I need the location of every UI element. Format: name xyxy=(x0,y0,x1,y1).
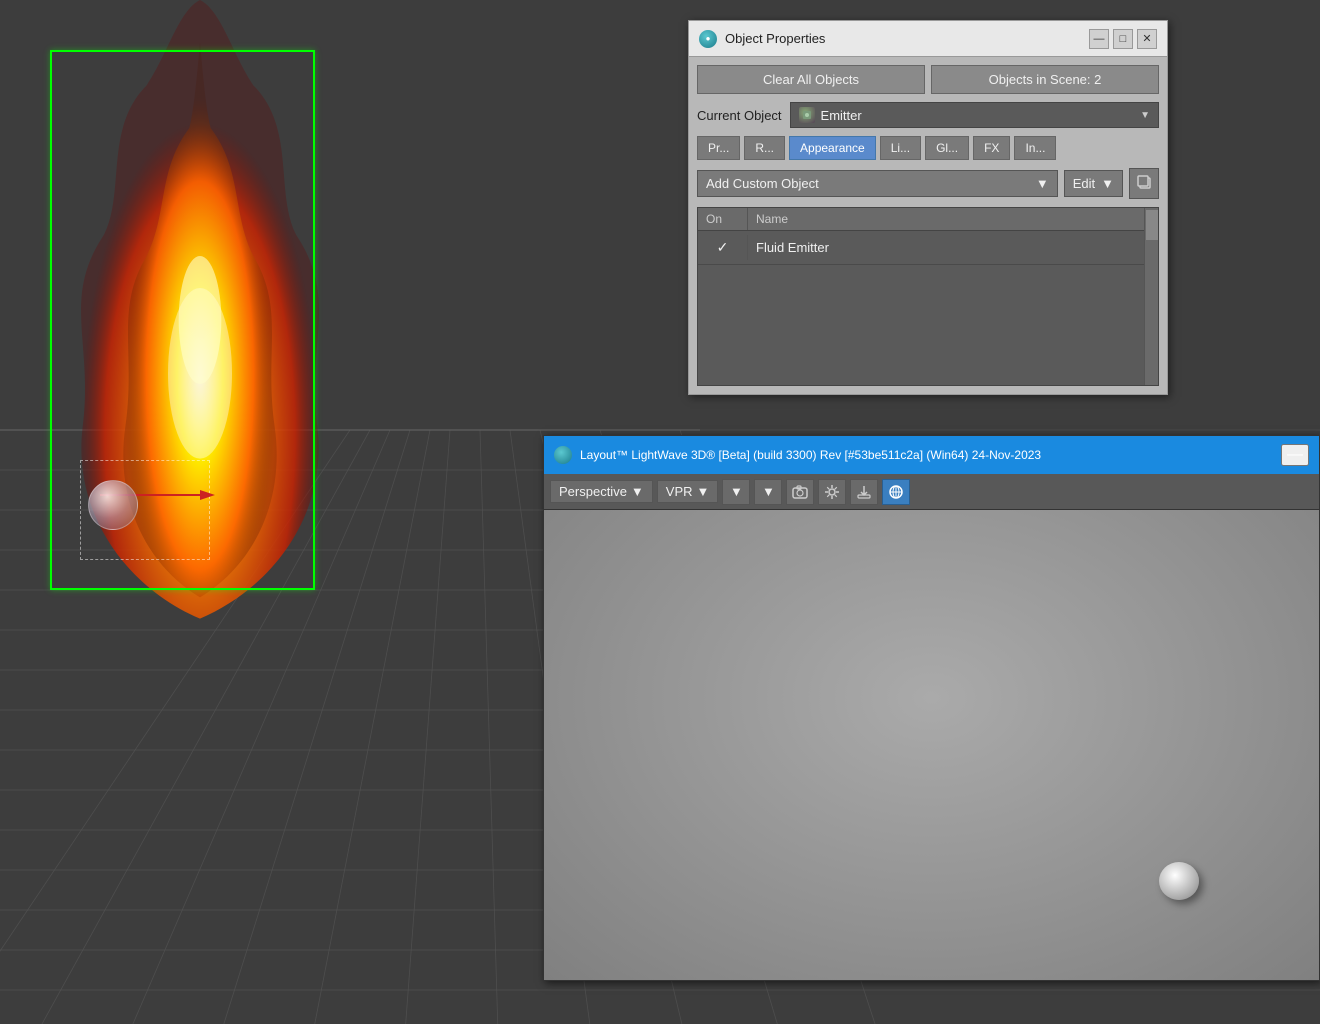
object-properties-panel: ● Object Properties — □ ✕ Clear All Obje… xyxy=(688,20,1168,395)
row-action-buttons: Clear All Objects Objects in Scene: 2 xyxy=(697,65,1159,94)
tab-info[interactable]: In... xyxy=(1014,136,1056,160)
table-cell-name: Fluid Emitter xyxy=(748,236,1158,259)
settings-btn[interactable] xyxy=(818,479,846,505)
objects-in-scene-button[interactable]: Objects in Scene: 2 xyxy=(931,65,1159,94)
current-object-dropdown[interactable]: Emitter ▼ xyxy=(790,102,1159,128)
copy-icon xyxy=(1136,174,1152,190)
tab-fx[interactable]: FX xyxy=(973,136,1010,160)
tab-lighting[interactable]: Li... xyxy=(880,136,921,160)
viewport-toolbar: Perspective ▼ VPR ▼ ▼ ▼ xyxy=(544,474,1319,510)
clear-all-objects-button[interactable]: Clear All Objects xyxy=(697,65,925,94)
emitter-icon xyxy=(799,107,815,123)
layout-app-icon xyxy=(554,446,572,464)
perspective-dropdown-arrow: ▼ xyxy=(631,484,644,499)
edit-button[interactable]: Edit ▼ xyxy=(1064,170,1123,197)
current-object-label: Current Object xyxy=(697,108,782,123)
edit-dropdown-arrow: ▼ xyxy=(1101,176,1114,191)
panel-maximize-btn[interactable]: □ xyxy=(1113,29,1133,49)
col-header-on: On xyxy=(698,208,748,230)
panel-title-left: ● Object Properties xyxy=(699,30,825,48)
scrollbar-thumb[interactable] xyxy=(1146,210,1158,240)
camera-icon xyxy=(792,484,808,500)
tab-properties[interactable]: Pr... xyxy=(697,136,740,160)
panel-close-btn[interactable]: ✕ xyxy=(1137,29,1157,49)
table-scrollbar[interactable] xyxy=(1144,208,1158,385)
camera-btn[interactable] xyxy=(786,479,814,505)
tab-global[interactable]: Gl... xyxy=(925,136,969,160)
render-sphere xyxy=(1159,862,1199,900)
current-object-value: Emitter xyxy=(821,108,862,123)
copy-button[interactable] xyxy=(1129,168,1159,199)
current-object-dropdown-arrow: ▼ xyxy=(1140,110,1150,121)
vr-btn[interactable] xyxy=(882,479,910,505)
vpr-dropdown-arrow: ▼ xyxy=(697,484,710,499)
panel-titlebar: ● Object Properties — □ ✕ xyxy=(689,21,1167,57)
export-btn[interactable] xyxy=(850,479,878,505)
row-add-edit: Add Custom Object ▼ Edit ▼ xyxy=(697,168,1159,199)
row-current-object: Current Object Emitter ▼ xyxy=(697,102,1159,128)
tab-appearance[interactable]: Appearance xyxy=(789,136,876,160)
row-tabs: Pr... R... Appearance Li... Gl... FX In.… xyxy=(697,136,1159,160)
table-row[interactable]: ✓ Fluid Emitter xyxy=(698,231,1158,265)
table-cell-on: ✓ xyxy=(698,235,748,260)
add-custom-object-button[interactable]: Add Custom Object ▼ xyxy=(697,170,1058,197)
panel-minimize-btn[interactable]: — xyxy=(1089,29,1109,49)
table-empty-area xyxy=(698,265,1158,385)
settings-icon xyxy=(824,484,840,500)
layout-titlebar: Layout™ LightWave 3D® [Beta] (build 3300… xyxy=(544,436,1319,474)
objects-table: On Name ✓ Fluid Emitter xyxy=(697,207,1159,386)
tab-render[interactable]: R... xyxy=(744,136,785,160)
layout-title-text: Layout™ LightWave 3D® [Beta] (build 3300… xyxy=(580,448,1041,462)
toolbar-btn-1[interactable]: ▼ xyxy=(722,479,750,505)
panel-controls: — □ ✕ xyxy=(1089,29,1157,49)
layout-title-left: Layout™ LightWave 3D® [Beta] (build 3300… xyxy=(554,446,1041,464)
export-icon xyxy=(856,484,872,500)
perspective-dropdown[interactable]: Perspective ▼ xyxy=(550,480,653,503)
layout-panel: Layout™ LightWave 3D® [Beta] (build 3300… xyxy=(543,435,1320,981)
vpr-label: VPR xyxy=(666,484,693,499)
toolbar-btn-2[interactable]: ▼ xyxy=(754,479,782,505)
vpr-dropdown[interactable]: VPR ▼ xyxy=(657,480,719,503)
add-custom-dropdown-arrow: ▼ xyxy=(1036,176,1049,191)
scene-sphere xyxy=(88,480,138,530)
col-header-name: Name xyxy=(748,208,1158,230)
perspective-label: Perspective xyxy=(559,484,627,499)
panel-app-icon: ● xyxy=(699,30,717,48)
panel-title-text: Object Properties xyxy=(725,31,825,46)
table-header: On Name xyxy=(698,208,1158,231)
vr-icon xyxy=(888,484,904,500)
layout-minimize-btn[interactable]: — xyxy=(1281,444,1309,466)
viewport-render-area xyxy=(544,510,1319,980)
panel-content: Clear All Objects Objects in Scene: 2 Cu… xyxy=(689,57,1167,394)
